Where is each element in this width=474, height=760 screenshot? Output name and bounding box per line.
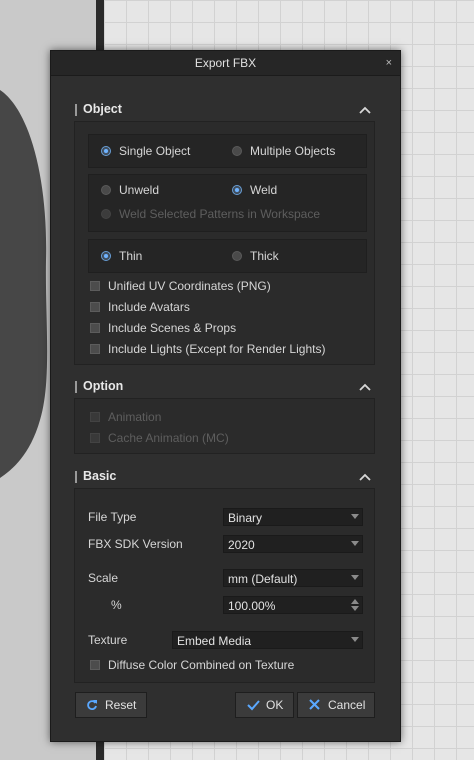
checkbox-label: Unified UV Coordinates (PNG)	[108, 279, 271, 293]
cancel-label: Cancel	[328, 698, 366, 712]
section-marker	[75, 104, 77, 116]
export-fbx-dialog: Export FBX × Object Single Object Multip…	[50, 50, 401, 742]
radio-label: Weld	[250, 183, 278, 197]
checkbox-label: Include Lights (Except for Render Lights…	[108, 342, 326, 356]
section-header-basic[interactable]: Basic	[73, 466, 376, 488]
section-header-object[interactable]: Object	[73, 99, 376, 121]
basic-panel: File Type Binary FBX SDK Version 2020 Sc…	[74, 488, 375, 683]
weld-group: Unweld Weld Weld Selected Patterns in Wo…	[88, 174, 367, 232]
radio-dot	[232, 251, 242, 261]
radio-dot	[232, 185, 242, 195]
dropdown-arrow-icon	[348, 570, 362, 586]
reset-icon	[87, 700, 97, 710]
section-header-option[interactable]: Option	[73, 376, 376, 398]
checkbox-box	[90, 302, 100, 312]
cancel-button[interactable]: Cancel	[297, 692, 375, 718]
sdk-version-value: 2020	[228, 538, 255, 552]
dialog-title: Export FBX	[194, 56, 257, 70]
x-icon	[309, 699, 320, 710]
checkbox-box	[90, 660, 100, 670]
percent-label: %	[111, 598, 122, 612]
radio-dot	[101, 146, 111, 156]
checkbox-label: Include Avatars	[108, 300, 190, 314]
chevron-up-icon[interactable]	[358, 470, 372, 484]
dialog-titlebar: Export FBX ×	[51, 51, 400, 76]
ok-label: OK	[266, 698, 284, 712]
percent-spinbox[interactable]: 100.00%	[223, 596, 363, 614]
dropdown-arrow-icon	[348, 632, 362, 648]
dropdown-arrow-icon	[348, 536, 362, 552]
section-title-object: Object	[83, 102, 122, 116]
radio-label: Multiple Objects	[250, 144, 336, 158]
option-panel: Animation Cache Animation (MC)	[74, 398, 375, 454]
radio-dot	[101, 251, 111, 261]
radio-dot	[101, 185, 111, 195]
sdk-version-dropdown[interactable]: 2020	[223, 535, 363, 553]
checkbox-box	[90, 433, 100, 443]
scale-value: mm (Default)	[228, 572, 298, 586]
section-marker	[75, 471, 77, 483]
sdk-version-label: FBX SDK Version	[88, 537, 183, 551]
chevron-up-icon[interactable]	[358, 103, 372, 117]
chevron-up-icon[interactable]	[358, 380, 372, 394]
checkbox-label: Animation	[108, 410, 162, 424]
object-mode-group: Single Object Multiple Objects	[88, 134, 367, 168]
ok-button[interactable]: OK	[235, 692, 294, 718]
checkbox-box	[90, 344, 100, 354]
checkbox-label: Include Scenes & Props	[108, 321, 237, 335]
spin-arrows-icon[interactable]	[348, 597, 362, 613]
checkbox-box	[90, 281, 100, 291]
checkbox-box	[90, 412, 100, 422]
file-type-dropdown[interactable]: Binary	[223, 508, 363, 526]
checkbox-label: Cache Animation (MC)	[108, 431, 229, 445]
reset-label: Reset	[105, 698, 137, 712]
radio-label: Thin	[119, 249, 143, 263]
scale-dropdown[interactable]: mm (Default)	[223, 569, 363, 587]
check-icon	[247, 700, 260, 711]
radio-label: Weld Selected Patterns in Workspace	[119, 207, 320, 221]
object-panel: Single Object Multiple Objects Unweld We…	[74, 121, 375, 365]
section-marker	[75, 381, 77, 393]
close-icon[interactable]: ×	[386, 51, 392, 75]
file-type-label: File Type	[88, 510, 137, 524]
texture-value: Embed Media	[177, 634, 252, 648]
texture-dropdown[interactable]: Embed Media	[172, 631, 363, 649]
checkbox-box	[90, 323, 100, 333]
reset-button[interactable]: Reset	[75, 692, 147, 718]
file-type-value: Binary	[228, 511, 263, 525]
scale-label: Scale	[88, 571, 119, 585]
percent-value: 100.00%	[228, 599, 276, 613]
radio-label: Single Object	[119, 144, 191, 158]
radio-dot	[232, 146, 242, 156]
thickness-group: Thin Thick	[88, 239, 367, 273]
radio-label: Unweld	[119, 183, 160, 197]
section-title-basic: Basic	[83, 469, 117, 483]
checkbox-label: Diffuse Color Combined on Texture	[108, 658, 295, 672]
radio-dot	[101, 209, 111, 219]
texture-label: Texture	[88, 633, 128, 647]
radio-label: Thick	[250, 249, 279, 263]
section-title-option: Option	[83, 379, 124, 393]
dropdown-arrow-icon	[348, 509, 362, 525]
